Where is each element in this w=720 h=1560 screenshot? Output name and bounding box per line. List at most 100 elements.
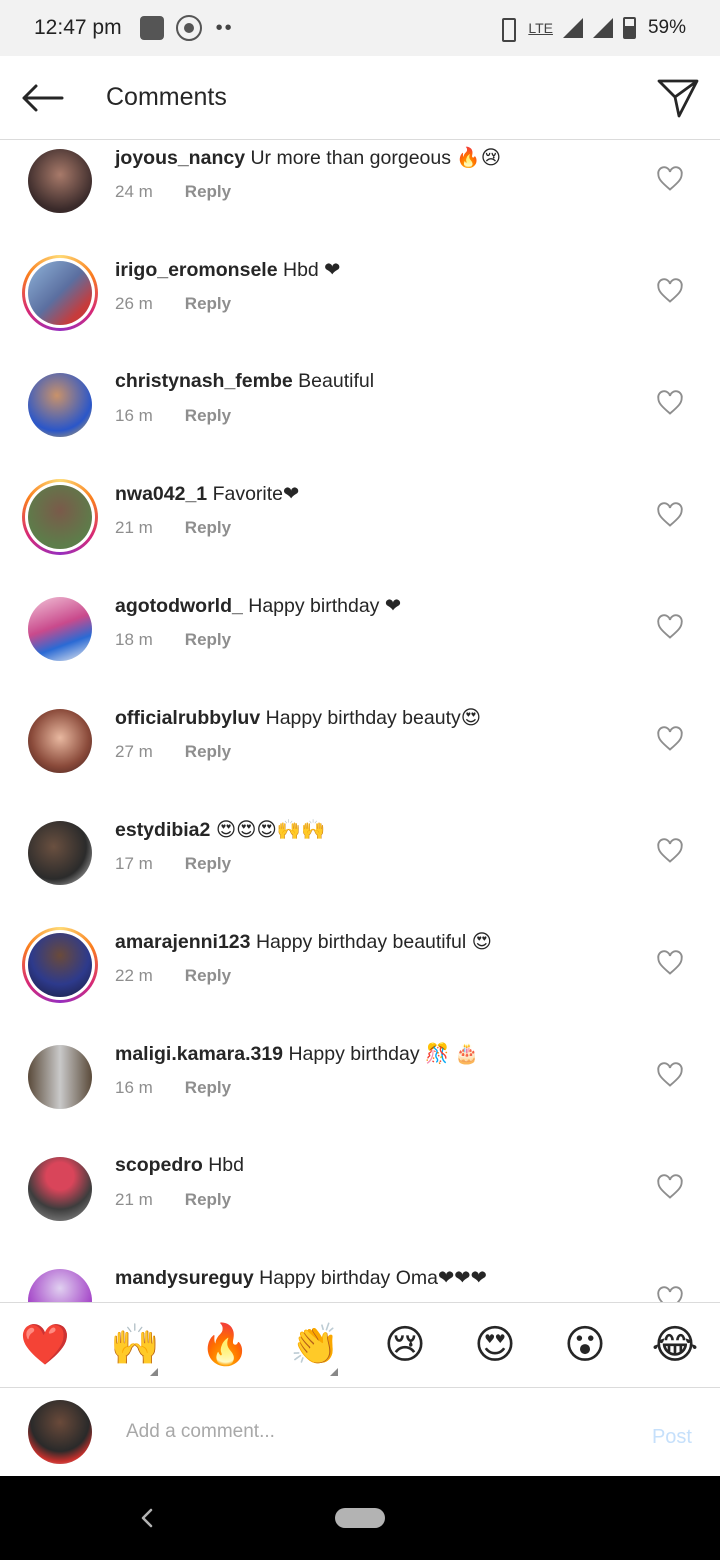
comment-item: nwa042_1 Favorite❤ 21 m Reply bbox=[0, 477, 720, 589]
reply-button[interactable]: Reply bbox=[185, 518, 231, 537]
comment-time: 16 m bbox=[115, 1078, 153, 1097]
status-time: 12:47 pm bbox=[34, 16, 122, 39]
comment-item: amarajenni123 Happy birthday beautiful 😍… bbox=[0, 925, 720, 1037]
comment-item: agotodworld_ Happy birthday ❤ 18 m Reply bbox=[0, 589, 720, 701]
comment-text: Favorite❤ bbox=[212, 483, 300, 505]
like-heart-icon[interactable] bbox=[656, 1285, 684, 1302]
avatar[interactable] bbox=[28, 597, 92, 661]
reply-button[interactable]: Reply bbox=[185, 294, 231, 313]
comment-username[interactable]: agotodworld_ bbox=[115, 595, 243, 617]
avatar[interactable] bbox=[28, 1045, 92, 1109]
comment-username[interactable]: irigo_eromonsele bbox=[115, 259, 278, 281]
red-heart-icon[interactable]: ❤️ bbox=[0, 1302, 90, 1388]
battery-icon bbox=[622, 17, 636, 39]
comment-item: mandysureguy Happy birthday Oma❤❤❤ bbox=[0, 1261, 720, 1302]
comment-time: 24 m bbox=[115, 182, 153, 201]
comment-composer: Post bbox=[0, 1388, 720, 1476]
back-button[interactable] bbox=[0, 56, 84, 140]
avatar-story-ring[interactable] bbox=[22, 479, 98, 555]
reply-button[interactable]: Reply bbox=[185, 406, 231, 425]
surprised-face-icon[interactable]: 😮 bbox=[540, 1302, 630, 1388]
reply-button[interactable]: Reply bbox=[185, 630, 231, 649]
notification-app-icon bbox=[139, 16, 164, 40]
comment-username[interactable]: joyous_nancy bbox=[115, 147, 245, 169]
like-heart-icon[interactable] bbox=[656, 613, 684, 641]
vibrate-icon bbox=[496, 17, 518, 42]
comment-item: christynash_fembe Beautiful 16 m Reply bbox=[0, 365, 720, 477]
raising-hands-icon[interactable]: 🙌 bbox=[90, 1302, 180, 1388]
comment-username[interactable]: officialrubbyluv bbox=[115, 707, 260, 729]
comment-list[interactable]: joyous_nancy Ur more than gorgeous 🔥😢 24… bbox=[0, 141, 720, 1302]
like-heart-icon[interactable] bbox=[656, 165, 684, 193]
avatar[interactable] bbox=[28, 373, 92, 437]
fire-icon[interactable]: 🔥 bbox=[180, 1302, 270, 1388]
comment-item: scopedro Hbd 21 m Reply bbox=[0, 1149, 720, 1261]
arrow-left-icon bbox=[22, 84, 64, 111]
comment-item: estydibia2 😍😍😍🙌🙌 17 m Reply bbox=[0, 813, 720, 925]
like-heart-icon[interactable] bbox=[656, 1061, 684, 1089]
comment-text: Happy birthday ❤ bbox=[248, 595, 402, 617]
avatar[interactable] bbox=[28, 1269, 92, 1302]
like-heart-icon[interactable] bbox=[656, 277, 684, 305]
crying-face-icon[interactable]: 😢 bbox=[360, 1302, 450, 1388]
avatar-story-ring[interactable] bbox=[22, 255, 98, 331]
more-notifications-icon: •• bbox=[215, 16, 234, 39]
avatar[interactable] bbox=[28, 709, 92, 773]
avatar[interactable] bbox=[28, 1157, 92, 1221]
comment-time: 21 m bbox=[115, 1190, 153, 1209]
like-heart-icon[interactable] bbox=[656, 389, 684, 417]
my-avatar bbox=[28, 1400, 92, 1464]
comment-username[interactable]: estydibia2 bbox=[115, 819, 210, 841]
reply-button[interactable]: Reply bbox=[185, 854, 231, 873]
whatsapp-icon bbox=[175, 15, 202, 41]
avatar[interactable] bbox=[28, 821, 92, 885]
comment-text: Hbd ❤ bbox=[282, 259, 341, 281]
comment-username[interactable]: maligi.kamara.319 bbox=[115, 1043, 283, 1065]
comment-time: 18 m bbox=[115, 630, 153, 649]
comment-text: Hbd bbox=[208, 1154, 244, 1176]
signal-icon-2 bbox=[592, 18, 613, 38]
comment-text: Ur more than gorgeous 🔥😢 bbox=[250, 147, 502, 169]
share-button[interactable] bbox=[636, 56, 720, 140]
nav-back-icon[interactable] bbox=[138, 1504, 156, 1532]
comment-username[interactable]: amarajenni123 bbox=[115, 931, 251, 953]
comment-text: 😍😍😍🙌🙌 bbox=[215, 819, 326, 841]
comments-header: Comments bbox=[0, 56, 720, 140]
like-heart-icon[interactable] bbox=[656, 949, 684, 977]
comment-input[interactable] bbox=[126, 1412, 626, 1452]
emoji-quick-bar: ❤️ 🙌 🔥 👏 😢 😍 😮 😂 bbox=[0, 1302, 720, 1388]
status-indicators: LTE 59% bbox=[496, 17, 686, 42]
like-heart-icon[interactable] bbox=[656, 501, 684, 529]
comment-username[interactable]: nwa042_1 bbox=[115, 483, 207, 505]
comment-text: Beautiful bbox=[298, 370, 375, 392]
avatar[interactable] bbox=[28, 149, 92, 213]
comment-item: joyous_nancy Ur more than gorgeous 🔥😢 24… bbox=[0, 141, 720, 253]
tears-of-joy-icon[interactable]: 😂 bbox=[630, 1302, 720, 1388]
reply-button[interactable]: Reply bbox=[185, 182, 231, 201]
status-bar: 12:47 pm •• LTE 59% bbox=[0, 0, 720, 56]
nav-home-pill[interactable] bbox=[335, 1508, 385, 1528]
heart-eyes-icon[interactable]: 😍 bbox=[450, 1302, 540, 1388]
comment-username[interactable]: scopedro bbox=[115, 1154, 203, 1176]
system-nav-bar bbox=[0, 1476, 720, 1560]
like-heart-icon[interactable] bbox=[656, 837, 684, 865]
signal-icon bbox=[562, 18, 583, 38]
comment-time: 22 m bbox=[115, 966, 153, 985]
like-heart-icon[interactable] bbox=[656, 1173, 684, 1201]
avatar-story-ring[interactable] bbox=[22, 927, 98, 1003]
comment-time: 21 m bbox=[115, 518, 153, 537]
page-title: Comments bbox=[106, 83, 227, 111]
comment-time: 26 m bbox=[115, 294, 153, 313]
post-button[interactable]: Post bbox=[652, 1426, 692, 1449]
reply-button[interactable]: Reply bbox=[185, 1190, 231, 1209]
paper-plane-icon bbox=[657, 79, 699, 117]
comment-text: Happy birthday 🎊 🎂 bbox=[288, 1043, 480, 1065]
reply-button[interactable]: Reply bbox=[185, 742, 231, 761]
comment-username[interactable]: christynash_fembe bbox=[115, 370, 293, 392]
like-heart-icon[interactable] bbox=[656, 725, 684, 753]
reply-button[interactable]: Reply bbox=[185, 1078, 231, 1097]
comment-username[interactable]: mandysureguy bbox=[115, 1267, 254, 1289]
clapping-hands-icon[interactable]: 👏 bbox=[270, 1302, 360, 1388]
reply-button[interactable]: Reply bbox=[185, 966, 231, 985]
network-type: LTE bbox=[528, 20, 553, 36]
